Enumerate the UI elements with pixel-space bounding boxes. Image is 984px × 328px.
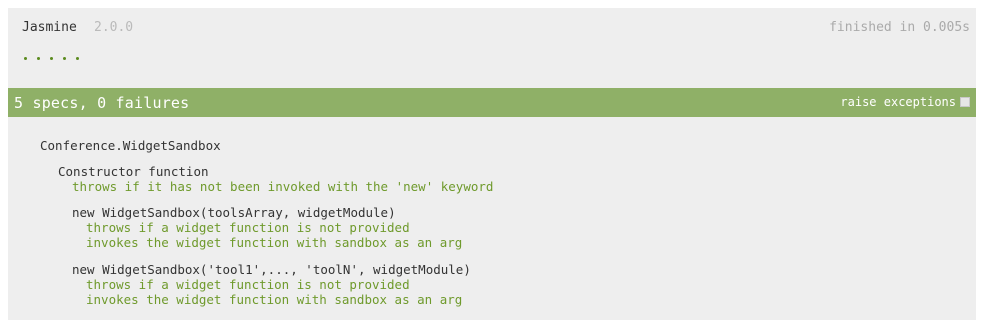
- spec-symbol-summary: [24, 52, 79, 64]
- results-list: Conference.WidgetSandbox Constructor fun…: [8, 118, 976, 320]
- spec-summary-text[interactable]: 5 specs, 0 failures: [14, 94, 189, 112]
- suite-name[interactable]: new WidgetSandbox('tool1',..., 'toolN', …: [72, 262, 471, 277]
- suite-name[interactable]: Constructor function: [58, 164, 209, 179]
- spec-name[interactable]: invokes the widget function with sandbox…: [86, 235, 462, 250]
- reporter-banner: Jasmine 2.0.0 finished in 0.005s: [8, 8, 976, 38]
- spec-name[interactable]: throws if it has not been invoked with t…: [72, 179, 493, 194]
- reporter-title: Jasmine: [22, 20, 77, 35]
- reporter-version: 2.0.0: [94, 20, 134, 35]
- raise-exceptions-label[interactable]: raise exceptions: [840, 95, 956, 109]
- jasmine-reporter: Jasmine 2.0.0 finished in 0.005s 5 specs…: [8, 8, 976, 320]
- spec-name[interactable]: throws if a widget function is not provi…: [86, 220, 410, 235]
- passed-spec-symbol[interactable]: [24, 56, 27, 60]
- passed-spec-symbol[interactable]: [76, 56, 79, 60]
- spec-name[interactable]: throws if a widget function is not provi…: [86, 277, 410, 292]
- raise-exceptions-checkbox[interactable]: [960, 97, 970, 107]
- suite-name[interactable]: Conference.WidgetSandbox: [40, 138, 221, 153]
- passed-spec-symbol[interactable]: [50, 56, 53, 60]
- spec-name[interactable]: invokes the widget function with sandbox…: [86, 292, 462, 307]
- passed-spec-symbol[interactable]: [63, 56, 66, 60]
- raise-exceptions-control[interactable]: raise exceptions: [840, 95, 970, 109]
- suite-name[interactable]: new WidgetSandbox(toolsArray, widgetModu…: [72, 205, 396, 220]
- passed-spec-symbol[interactable]: [37, 56, 40, 60]
- passing-alert-bar: 5 specs, 0 failures raise exceptions: [8, 88, 976, 117]
- run-duration: finished in 0.005s: [829, 20, 970, 35]
